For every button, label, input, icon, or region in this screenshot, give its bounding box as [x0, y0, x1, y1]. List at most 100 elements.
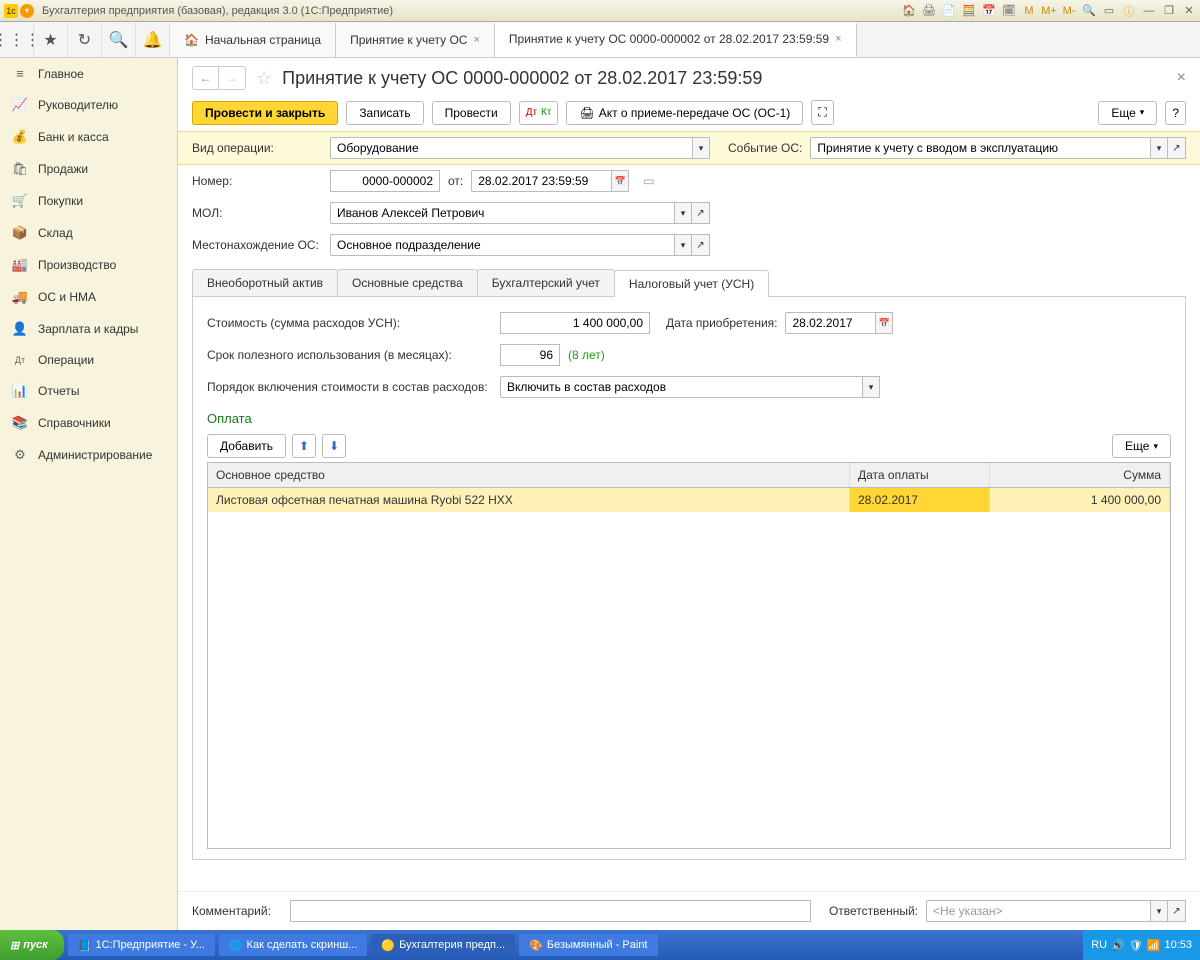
move-down-button[interactable]: ⬇: [322, 434, 346, 458]
open-icon[interactable]: ↗: [1168, 137, 1186, 159]
col-sum[interactable]: Сумма: [990, 463, 1170, 487]
more-button[interactable]: Еще▾: [1098, 101, 1157, 125]
taskbar-item[interactable]: 🟡Бухгалтерия предп...: [371, 934, 515, 956]
tab-close-icon[interactable]: ×: [835, 33, 841, 45]
sidebar-item-operations[interactable]: ДтОперации: [0, 345, 177, 375]
dropdown-icon[interactable]: ▾: [1150, 900, 1168, 922]
lang-indicator[interactable]: RU: [1091, 939, 1107, 951]
post-button[interactable]: Провести: [432, 101, 511, 125]
life-field[interactable]: [500, 344, 560, 366]
taskbar-item[interactable]: 🌐Как сделать скринш...: [219, 934, 368, 956]
start-button[interactable]: ⊞пуск: [0, 930, 64, 960]
op-type-field[interactable]: [330, 137, 692, 159]
post-and-close-button[interactable]: Провести и закрыть: [192, 101, 338, 125]
dropdown-icon[interactable]: ▾: [674, 234, 692, 256]
cost-field[interactable]: [500, 312, 650, 334]
tab-home[interactable]: 🏠 Начальная страница: [170, 23, 336, 57]
close-icon[interactable]: ✕: [1182, 4, 1196, 18]
sidebar-item-bank[interactable]: 💰Банк и касса: [0, 121, 177, 153]
star-icon[interactable]: ★: [34, 23, 68, 57]
sidebar-item-hr[interactable]: 👤Зарплата и кадры: [0, 313, 177, 345]
tab-doc-current[interactable]: Принятие к учету ОС 0000-000002 от 28.02…: [495, 23, 857, 57]
tray-icon[interactable]: 🔊: [1111, 939, 1125, 952]
tb-icon[interactable]: 🧮: [962, 4, 976, 18]
taskbar-item[interactable]: 📘1С:Предприятие - У...: [68, 934, 215, 956]
sidebar-item-production[interactable]: 🏭Производство: [0, 249, 177, 281]
event-field[interactable]: [810, 137, 1150, 159]
minimize-icon[interactable]: —: [1142, 4, 1156, 18]
col-date[interactable]: Дата оплаты: [850, 463, 990, 487]
tb-icon[interactable]: M+: [1042, 4, 1056, 18]
form-mode-icon[interactable]: ▭: [643, 174, 654, 188]
tray-clock[interactable]: 10:53: [1164, 939, 1192, 951]
sidebar-item-warehouse[interactable]: 📦Склад: [0, 217, 177, 249]
taskbar-item[interactable]: 🎨Безымянный - Paint: [519, 934, 657, 956]
system-tray[interactable]: RU 🔊 🛡 📶 10:53: [1083, 930, 1200, 960]
open-icon[interactable]: ↗: [1168, 900, 1186, 922]
favorite-star-icon[interactable]: ☆: [256, 68, 272, 89]
tab-close-icon[interactable]: ×: [473, 34, 479, 46]
tb-icon[interactable]: 🔍: [1082, 4, 1096, 18]
life-hint[interactable]: (8 лет): [568, 348, 605, 362]
nav-back-icon[interactable]: ←: [193, 67, 219, 89]
tray-icon[interactable]: 📶: [1147, 939, 1161, 952]
tb-icon[interactable]: 📄: [942, 4, 956, 18]
tb-icon[interactable]: M: [1022, 4, 1036, 18]
close-doc-icon[interactable]: ×: [1177, 69, 1186, 87]
sidebar-item-refs[interactable]: 📚Справочники: [0, 407, 177, 439]
bell-icon[interactable]: 🔔: [136, 23, 170, 57]
col-name[interactable]: Основное средство: [208, 463, 850, 487]
tb-icon[interactable]: 🖨: [922, 4, 936, 18]
help-icon[interactable]: ⓘ: [1122, 4, 1136, 18]
table-more-button[interactable]: Еще▾: [1112, 434, 1171, 458]
acq-date-field[interactable]: [785, 312, 875, 334]
sidebar-item-main[interactable]: ≡Главное: [0, 58, 177, 89]
add-button[interactable]: Добавить: [207, 434, 286, 458]
history-icon[interactable]: ↻: [68, 23, 102, 57]
tab-noncurrent[interactable]: Внеоборотный актив: [192, 269, 338, 296]
date-field[interactable]: [471, 170, 611, 192]
move-up-button[interactable]: ⬆: [292, 434, 316, 458]
number-field[interactable]: [330, 170, 440, 192]
responsible-field[interactable]: [926, 900, 1150, 922]
sidebar-item-manager[interactable]: 📈Руководителю: [0, 89, 177, 121]
calendar-icon[interactable]: 📅: [875, 312, 893, 334]
print-act-button[interactable]: 🖨Акт о приеме-передаче ОС (ОС-1): [566, 101, 803, 125]
dropdown-icon[interactable]: ▾: [862, 376, 880, 398]
open-icon[interactable]: ↗: [692, 202, 710, 224]
sidebar-item-purchases[interactable]: 🛒Покупки: [0, 185, 177, 217]
tb-icon[interactable]: 📅: [982, 4, 996, 18]
dropdown-icon[interactable]: ▾: [674, 202, 692, 224]
sidebar-item-assets[interactable]: 🚚ОС и НМА: [0, 281, 177, 313]
sidebar-item-reports[interactable]: 📊Отчеты: [0, 375, 177, 407]
tb-icon[interactable]: 🏠: [902, 4, 916, 18]
tab-accounting[interactable]: Бухгалтерский учет: [477, 269, 615, 296]
search-icon[interactable]: 🔍: [102, 23, 136, 57]
comment-field[interactable]: [290, 900, 811, 922]
tray-icon[interactable]: 🛡: [1129, 939, 1143, 952]
order-field[interactable]: [500, 376, 862, 398]
help-button[interactable]: ?: [1165, 101, 1186, 125]
calendar-icon[interactable]: 📅: [611, 170, 629, 192]
mol-field[interactable]: [330, 202, 674, 224]
structure-button[interactable]: ⛶: [811, 100, 833, 125]
write-button[interactable]: Записать: [346, 101, 423, 125]
open-icon[interactable]: ↗: [692, 234, 710, 256]
tb-icon[interactable]: 🗓: [1002, 4, 1016, 18]
tab-fixed-assets[interactable]: Основные средства: [337, 269, 478, 296]
maximize-icon[interactable]: ❐: [1162, 4, 1176, 18]
location-field[interactable]: [330, 234, 674, 256]
dropdown-icon[interactable]: ▾: [692, 137, 710, 159]
dropdown-icon[interactable]: ▾: [1150, 137, 1168, 159]
tb-icon[interactable]: M-: [1062, 4, 1076, 18]
sidebar-item-admin[interactable]: ⚙Администрирование: [0, 439, 177, 471]
tab-doc-list[interactable]: Принятие к учету ОС ×: [336, 23, 495, 57]
nav-forward-icon[interactable]: →: [219, 67, 245, 89]
sidebar-item-sales[interactable]: 🛍Продажи: [0, 153, 177, 185]
tb-icon[interactable]: ▭: [1102, 4, 1116, 18]
grid-row[interactable]: Листовая офсетная печатная машина Ryobi …: [208, 488, 1170, 512]
dt-kt-button[interactable]: ДтКт: [519, 101, 559, 125]
tab-tax-usn[interactable]: Налоговый учет (УСН): [614, 270, 769, 297]
apps-icon[interactable]: ⋮⋮⋮: [0, 23, 34, 57]
titlebar-dropdown-icon[interactable]: ▾: [20, 4, 34, 18]
